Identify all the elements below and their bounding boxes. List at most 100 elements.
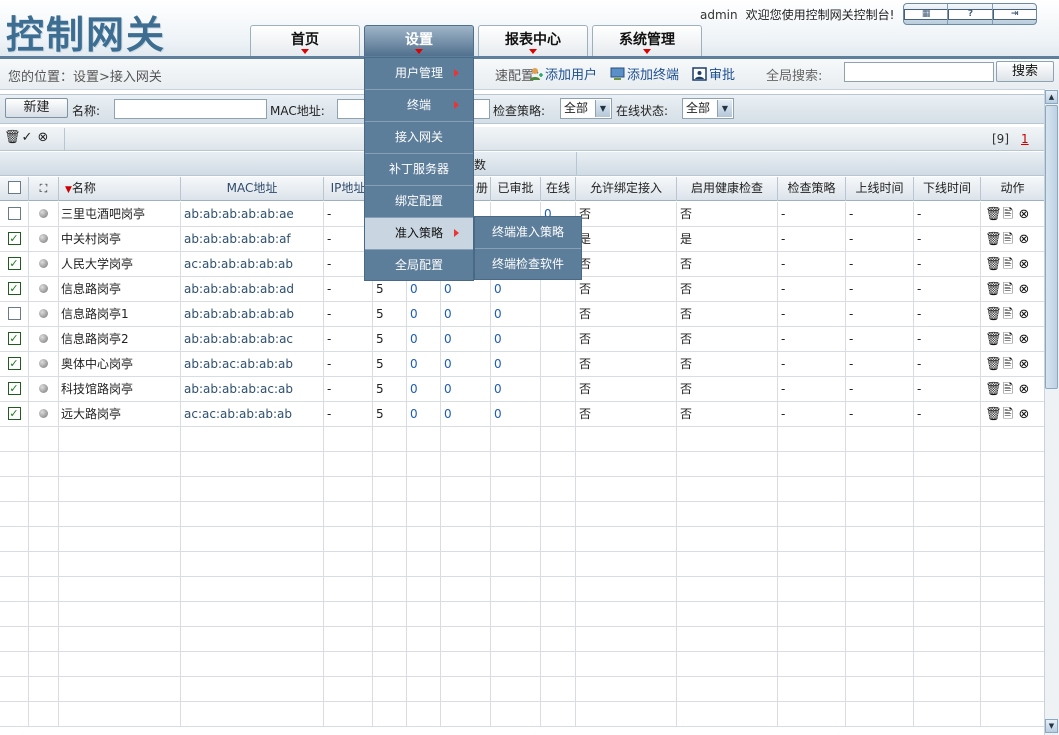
cell-mac: [181, 677, 324, 702]
disable-icon[interactable]: ⊗: [1017, 233, 1031, 247]
status-dot-icon: [39, 359, 48, 368]
cell-b: [407, 527, 441, 552]
tab-reports[interactable]: 报表中心: [478, 25, 588, 57]
cell-name: [59, 577, 181, 602]
disable-icon[interactable]: ⊗: [1017, 308, 1031, 322]
submenu-item-terminal-access-policy[interactable]: 终端准入策略: [475, 217, 581, 249]
delete-icon[interactable]: 🗑: [985, 208, 1002, 222]
menu-item-global-config[interactable]: 全局配置: [365, 250, 473, 282]
check-policy-select[interactable]: 全部 ▼: [560, 98, 612, 119]
column-allow-bind[interactable]: 允许绑定接入: [576, 177, 677, 201]
column-offline-time[interactable]: 下线时间: [914, 177, 981, 201]
row-checkbox[interactable]: ✓: [7, 257, 21, 270]
add-user-link[interactable]: 添加用户: [528, 64, 597, 83]
delete-icon[interactable]: 🗑: [985, 383, 1002, 397]
filter-input-partial[interactable]: [474, 99, 490, 119]
new-button[interactable]: 新建: [5, 98, 68, 118]
close-circle-icon[interactable]: ⊗: [36, 131, 50, 145]
scroll-up-button[interactable]: ▲: [1045, 90, 1058, 104]
global-search-input[interactable]: [844, 62, 994, 82]
tab-settings[interactable]: 设置: [364, 25, 474, 57]
menu-item-patch-server[interactable]: 补丁服务器: [365, 154, 473, 186]
menu-item-access-gateway[interactable]: 接入网关: [365, 122, 473, 154]
select-all-checkbox[interactable]: [7, 181, 21, 194]
scroll-thumb[interactable]: [1045, 105, 1058, 389]
check-circle-icon[interactable]: ✓: [20, 131, 34, 145]
delete-icon[interactable]: 🗑: [985, 308, 1002, 322]
row-checkbox[interactable]: ✓: [7, 407, 21, 420]
row-checkbox[interactable]: ✓: [7, 332, 21, 345]
delete-icon[interactable]: 🗑: [985, 408, 1002, 422]
column-check-policy[interactable]: 检查策略: [778, 177, 846, 201]
edit-icon[interactable]: 🖹: [1001, 308, 1015, 322]
online-status-select[interactable]: 全部 ▼: [682, 98, 734, 119]
edit-icon[interactable]: 🖹: [1001, 333, 1015, 347]
table-row[interactable]: ✓ 科技馆路岗亭 ab:ab:ab:ab:ac:ab -5 0 0 0 否否 - - - 🗑🖹 ⊗: [0, 377, 1044, 402]
menu-item-bind-config[interactable]: 绑定配置: [365, 186, 473, 218]
table-cell: [981, 502, 1044, 527]
logout-button[interactable]: ⇥: [992, 4, 1036, 24]
tab-system[interactable]: 系统管理: [592, 25, 702, 57]
trash-icon[interactable]: 🗑: [4, 131, 21, 145]
disable-icon[interactable]: ⊗: [1017, 408, 1031, 422]
table-row[interactable]: ✓ 远大路岗亭 ac:ac:ab:ab:ab:ab -5 0 0 0 否否 - - - 🗑🖹 ⊗: [0, 402, 1044, 427]
tree-icon[interactable]: ⛶: [40, 182, 48, 195]
edit-icon[interactable]: 🖹: [1001, 208, 1015, 222]
row-checkbox[interactable]: ✓: [7, 357, 21, 370]
column-online[interactable]: 在线: [541, 177, 576, 201]
cell-a: 5: [373, 377, 407, 402]
cell-allow-bind: [576, 427, 677, 452]
status-dot-icon: [39, 309, 48, 318]
cell-health-check: 否: [677, 327, 778, 352]
menu-item-user-management[interactable]: 用户管理: [365, 58, 473, 90]
column-approved[interactable]: 已审批: [491, 177, 541, 201]
calculator-button[interactable]: ▦: [904, 4, 949, 24]
delete-icon[interactable]: 🗑: [985, 258, 1002, 272]
table-row[interactable]: ✓ 信息路岗亭2 ab:ab:ab:ab:ab:ac -5 0 0 0 否否 - - - 🗑🖹 ⊗: [0, 327, 1044, 352]
table-row[interactable]: ✓ 奥体中心岗亭 ab:ab:ac:ab:ab:ab -5 0 0 0 否否 - - - 🗑🖹 ⊗: [0, 352, 1044, 377]
row-checkbox[interactable]: ✓: [7, 232, 21, 245]
menu-item-terminal[interactable]: 终端: [365, 90, 473, 122]
delete-icon[interactable]: 🗑: [985, 333, 1002, 347]
edit-icon[interactable]: 🖹: [1001, 383, 1015, 397]
row-checkbox[interactable]: ✓: [7, 382, 21, 395]
edit-icon[interactable]: 🖹: [1001, 258, 1015, 272]
column-health-check[interactable]: 启用健康检查: [677, 177, 778, 201]
disable-icon[interactable]: ⊗: [1017, 258, 1031, 272]
search-button[interactable]: 搜索: [996, 61, 1054, 82]
row-checkbox[interactable]: [7, 207, 21, 220]
edit-icon[interactable]: 🖹: [1001, 233, 1015, 247]
table-row[interactable]: 信息路岗亭1 ab:ab:ab:ab:ab:ab -5 0 0 0 否否 - - - 🗑🖹 ⊗: [0, 302, 1044, 327]
edit-icon[interactable]: 🖹: [1001, 358, 1015, 372]
row-checkbox[interactable]: [7, 307, 21, 320]
delete-icon[interactable]: 🗑: [985, 233, 1002, 247]
column-name[interactable]: ▼名称: [59, 177, 181, 201]
status-dot-icon: [39, 259, 48, 268]
tab-home[interactable]: 首页: [250, 25, 360, 57]
name-filter-input[interactable]: [114, 99, 267, 119]
edit-icon[interactable]: 🖹: [1001, 408, 1015, 422]
disable-icon[interactable]: ⊗: [1017, 333, 1031, 347]
delete-icon[interactable]: 🗑: [985, 358, 1002, 372]
delete-icon[interactable]: 🗑: [985, 283, 1002, 297]
row-checkbox[interactable]: ✓: [7, 282, 21, 295]
submenu-item-terminal-check-software[interactable]: 终端检查软件: [475, 249, 581, 281]
help-button[interactable]: ?: [948, 4, 993, 24]
cell-online: [541, 552, 576, 577]
add-terminal-link[interactable]: 添加终端: [610, 64, 679, 83]
cell-b: 0: [407, 327, 441, 352]
column-mac[interactable]: MAC地址: [181, 177, 324, 201]
menu-item-access-policy[interactable]: 准入策略: [365, 218, 473, 250]
user-name[interactable]: admin: [700, 8, 738, 22]
disable-icon[interactable]: ⊗: [1017, 383, 1031, 397]
mac-filter-input[interactable]: [337, 99, 365, 119]
approve-link[interactable]: 审批: [692, 64, 735, 83]
scroll-down-button[interactable]: ▼: [1045, 719, 1058, 733]
disable-icon[interactable]: ⊗: [1017, 208, 1031, 222]
page-link[interactable]: 1: [1021, 132, 1029, 146]
column-online-time[interactable]: 上线时间: [846, 177, 914, 201]
edit-icon[interactable]: 🖹: [1001, 283, 1015, 297]
disable-icon[interactable]: ⊗: [1017, 358, 1031, 372]
cell-register: 0: [491, 327, 541, 352]
disable-icon[interactable]: ⊗: [1017, 283, 1031, 297]
